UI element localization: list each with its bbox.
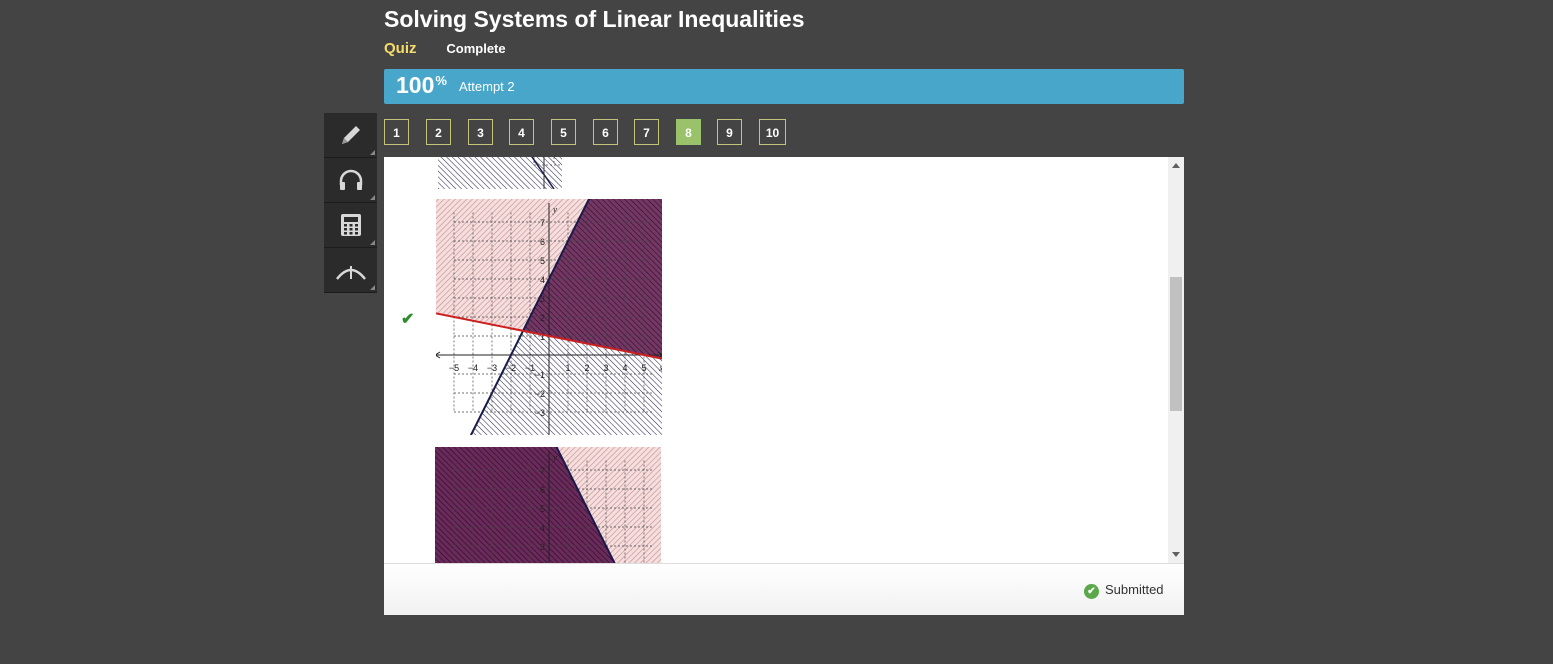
x-tick-label: 4 — [622, 363, 627, 373]
activity-status: Complete — [446, 41, 506, 56]
x-tick-label: 3 — [603, 363, 608, 373]
y-tick-label: −1 — [535, 370, 545, 380]
attempt-label: Attempt 2 — [459, 79, 515, 94]
x-axis-label: x — [658, 363, 663, 373]
pencil-tool-button[interactable] — [324, 113, 377, 158]
scroll-up-arrow-icon[interactable] — [1172, 163, 1180, 168]
y-tick-label: −2 — [535, 389, 545, 399]
headphones-icon — [339, 169, 362, 190]
submitted-label: Submitted — [1105, 582, 1164, 597]
question-button-3[interactable]: 3 — [468, 119, 493, 145]
x-tick-label: 1 — [565, 363, 570, 373]
x-tick-label: −4 — [468, 363, 478, 373]
correct-check-icon: ✔ — [401, 311, 415, 328]
answer-graphs: −5−4−3−2−1123457654321−1−2−3xy −5−4−3−2−… — [435, 157, 663, 563]
question-button-10[interactable]: 10 — [759, 119, 786, 145]
x-tick-label: 5 — [641, 363, 646, 373]
y-tick-label: 5 — [540, 504, 545, 514]
y-axis-label: y — [552, 205, 557, 215]
y-tick-label: 2 — [540, 313, 545, 323]
x-tick-label: 2 — [584, 363, 589, 373]
calculator-tool-button[interactable] — [324, 203, 377, 248]
question-button-2[interactable]: 2 — [426, 119, 451, 145]
y-tick-label: 6 — [540, 485, 545, 495]
question-button-7[interactable]: 7 — [634, 119, 659, 145]
question-button-1[interactable]: 1 — [384, 119, 409, 145]
question-button-5[interactable]: 5 — [551, 119, 576, 145]
question-button-9[interactable]: 9 — [717, 119, 742, 145]
score-percent: 100% — [396, 72, 447, 98]
x-tick-label: −1 — [525, 363, 535, 373]
y-tick-label: 5 — [540, 256, 545, 266]
pencil-icon — [341, 126, 360, 144]
score-bar: 100% Attempt 2 — [384, 69, 1184, 104]
scroll-thumb[interactable] — [1170, 277, 1182, 411]
y-tick-label: −3 — [535, 408, 545, 418]
page-title: Solving Systems of Linear Inequalities — [384, 6, 805, 32]
x-tick-label: −3 — [487, 363, 497, 373]
calculator-icon — [340, 214, 361, 236]
vertical-scrollbar[interactable] — [1168, 157, 1184, 563]
y-tick-label: 6 — [540, 237, 545, 247]
x-tick-label: −2 — [506, 363, 516, 373]
y-tick-label: 4 — [540, 275, 545, 285]
option-graph-partial — [438, 157, 562, 189]
y-tick-label: 7 — [540, 218, 545, 228]
y-tick-label: 3 — [540, 542, 545, 552]
submitted-check-icon: ✔ — [1084, 584, 1099, 599]
y-tick-label: 4 — [540, 523, 545, 533]
scroll-down-arrow-icon[interactable] — [1172, 552, 1180, 557]
x-tick-label: −5 — [449, 363, 459, 373]
tool-panel — [324, 113, 378, 293]
y-axis-label: y — [552, 453, 557, 463]
angle-tool-icon — [335, 266, 366, 280]
question-content: −5−4−3−2−1123457654321−1−2−3xy −5−4−3−2−… — [384, 157, 1184, 563]
angle-tool-button[interactable] — [324, 248, 377, 293]
status-footer: ✔ Submitted — [384, 563, 1184, 615]
y-tick-label: 7 — [540, 466, 545, 476]
question-button-8[interactable]: 8 — [676, 119, 701, 145]
audio-tool-button[interactable] — [324, 158, 377, 203]
activity-info: Quiz Complete — [384, 40, 506, 57]
question-button-4[interactable]: 4 — [509, 119, 534, 145]
question-button-6[interactable]: 6 — [593, 119, 618, 145]
activity-type: Quiz — [384, 40, 417, 57]
